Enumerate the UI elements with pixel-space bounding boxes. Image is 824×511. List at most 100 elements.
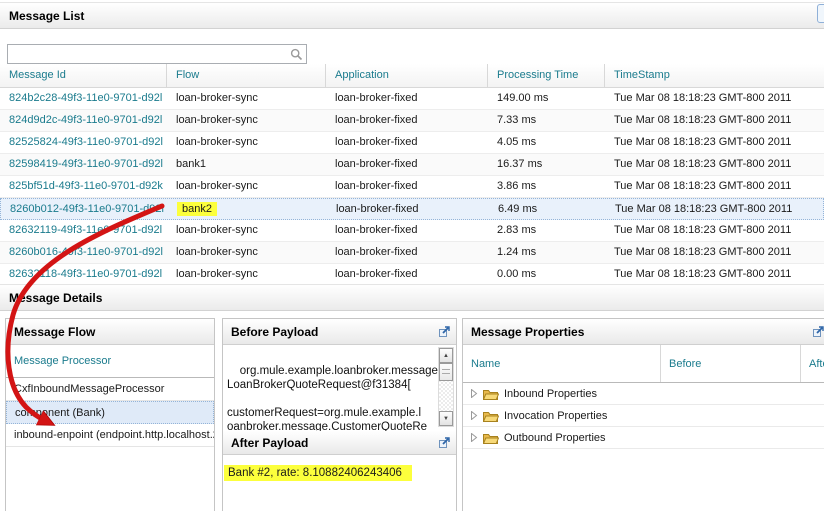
flow-value: loan-broker-sync [176,180,258,192]
message-id-link[interactable]: 82632119-49f3-11e0-9701-d92l [0,220,167,241]
application-cell: loan-broker-fixed [335,268,418,280]
table-row[interactable]: 82598419-49f3-11e0-9701-d92l bank1 loan-… [0,154,824,176]
column-header-message-id[interactable]: Message Id [0,64,167,87]
processing-time-cell: 1.24 ms [497,246,537,258]
flow-cell: loan-broker-sync [167,220,326,241]
after-payload-popout-icon[interactable] [438,436,451,449]
search-icon[interactable] [286,48,306,61]
column-header-message-processor[interactable]: Message Processor [6,345,214,378]
column-header-application[interactable]: Application [326,64,488,87]
payload-panel: Before Payload org.mule.example.loanbrok… [222,318,457,511]
table-row[interactable]: 824b2c28-49f3-11e0-9701-d92l loan-broker… [0,88,824,110]
table-row[interactable]: 82525824-49f3-11e0-9701-d92l loan-broker… [0,132,824,154]
flow-value: bank1 [176,158,206,170]
scroll-down-icon[interactable]: ▼ [439,411,453,426]
message-id-link[interactable]: 82525824-49f3-11e0-9701-d92l [0,132,167,153]
message-flow-panel: Message Flow Message Processor CxfInboun… [5,318,215,511]
before-payload-title-text: Before Payload [231,324,319,339]
property-group-row[interactable]: Outbound Properties [463,427,824,449]
column-header-timestamp[interactable]: TimeStamp [605,64,824,87]
property-group-row[interactable]: Invocation Properties [463,405,824,427]
table-row[interactable]: 825bf51d-49f3-11e0-9701-d92k loan-broker… [0,176,824,198]
table-row[interactable]: 824d9d2c-49f3-11e0-9701-d92l loan-broker… [0,110,824,132]
column-header-flow[interactable]: Flow [167,64,326,87]
before-payload-text: org.mule.example.loanbroker.message. Loa… [227,365,442,431]
table-row[interactable]: 82632118-49f3-11e0-9701-d92l loan-broker… [0,264,824,284]
message-list-header: Message List [0,2,824,29]
column-header-name[interactable]: Name [463,345,661,382]
timestamp-cell: Tue Mar 08 18:18:23 GMT-800 2011 [615,203,793,215]
message-id-link[interactable]: 824d9d2c-49f3-11e0-9701-d92l [0,110,167,131]
message-processor-row[interactable]: inbound-enpoint (endpoint.http.localhost… [6,424,214,447]
properties-column-header: Name Before After [463,345,824,383]
column-header-before[interactable]: Before [661,345,801,382]
after-payload-text: Bank #2, rate: 8.10882406243406 [224,465,412,481]
cropped-toolbar-button[interactable] [817,4,824,23]
table-row[interactable]: 8260b012-49f3-11e0-9701-d92l bank2 loan-… [0,198,824,220]
expand-caret-icon[interactable] [470,389,478,398]
table-row[interactable]: 82632119-49f3-11e0-9701-d92l loan-broker… [0,220,824,242]
folder-icon [483,388,499,400]
flow-value: loan-broker-sync [176,114,258,126]
processing-time-cell: 3.86 ms [497,180,537,192]
message-properties-popout-icon[interactable] [812,325,824,338]
flow-cell: loan-broker-sync [167,264,326,284]
flow-cell: loan-broker-sync [167,110,326,131]
processing-time-cell: 0.00 ms [497,268,537,280]
column-header-processing-time[interactable]: Processing Time [488,64,605,87]
application-cell: loan-broker-fixed [335,224,418,236]
expand-caret-icon[interactable] [470,433,478,442]
scrollbar-thumb[interactable] [439,363,453,381]
message-id-link[interactable]: 824b2c28-49f3-11e0-9701-d92l [0,88,167,109]
message-id-link[interactable]: 8260b016-49f3-11e0-9701-d92l [0,242,167,263]
timestamp-cell: Tue Mar 08 18:18:23 GMT-800 2011 [614,268,792,280]
flow-value: loan-broker-sync [176,246,258,258]
timestamp-cell: Tue Mar 08 18:18:23 GMT-800 2011 [614,158,792,170]
message-id-link[interactable]: 825bf51d-49f3-11e0-9701-d92k [0,176,167,197]
search-input[interactable] [8,46,286,62]
message-processor-row[interactable]: component (Bank) [6,401,214,424]
search-box[interactable] [7,44,307,64]
application-cell: loan-broker-fixed [335,136,418,148]
message-processor-label: CxfInboundMessageProcessor [14,383,165,395]
message-details-title: Message Details [9,290,103,305]
timestamp-cell: Tue Mar 08 18:18:23 GMT-800 2011 [614,246,792,258]
application-cell: loan-broker-fixed [335,158,418,170]
message-id-link[interactable]: 82598419-49f3-11e0-9701-d92l [0,154,167,175]
application-cell: loan-broker-fixed [336,203,419,215]
message-id-link[interactable]: 82632118-49f3-11e0-9701-d92l [0,264,167,284]
property-group-label: Invocation Properties [504,409,608,422]
processing-time-cell: 6.49 ms [498,203,538,215]
timestamp-cell: Tue Mar 08 18:18:23 GMT-800 2011 [614,136,792,148]
after-payload-content: Bank #2, rate: 8.10882406243406 [223,455,456,481]
flow-value: bank2 [177,202,217,216]
processing-time-cell: 4.05 ms [497,136,537,148]
flow-cell: bank1 [167,154,326,175]
message-processor-label: component (Bank) [15,406,105,419]
message-table-header: Message Id Flow Application Processing T… [0,64,824,88]
after-payload-title-text: After Payload [231,435,309,450]
after-payload-title: After Payload [223,431,456,455]
message-processor-row[interactable]: CxfInboundMessageProcessor [6,378,214,401]
table-row[interactable]: 8260b016-49f3-11e0-9701-d92l loan-broker… [0,242,824,264]
property-group-label: Inbound Properties [504,387,597,400]
message-details-header: Message Details [0,284,824,311]
message-list-title: Message List [9,8,85,23]
expand-caret-icon[interactable] [470,411,478,420]
folder-icon [483,410,499,422]
scroll-up-icon[interactable]: ▲ [439,348,453,363]
message-properties-panel: Message Properties Name Before After [462,318,824,511]
before-payload-popout-icon[interactable] [438,325,451,338]
folder-icon [483,432,499,444]
column-header-after[interactable]: After [801,345,824,382]
before-payload-title: Before Payload [223,319,456,345]
property-group-row[interactable]: Inbound Properties [463,383,824,405]
payload-scrollbar[interactable]: ▲ ▼ [438,347,454,427]
message-id-link[interactable]: 8260b012-49f3-11e0-9701-d92l [1,199,168,219]
flow-cell: loan-broker-sync [167,132,326,153]
message-properties-title-text: Message Properties [471,324,585,339]
flow-value: loan-broker-sync [176,224,258,236]
message-flow-panel-title: Message Flow [6,319,214,345]
application-cell: loan-broker-fixed [335,246,418,258]
timestamp-cell: Tue Mar 08 18:18:23 GMT-800 2011 [614,180,792,192]
